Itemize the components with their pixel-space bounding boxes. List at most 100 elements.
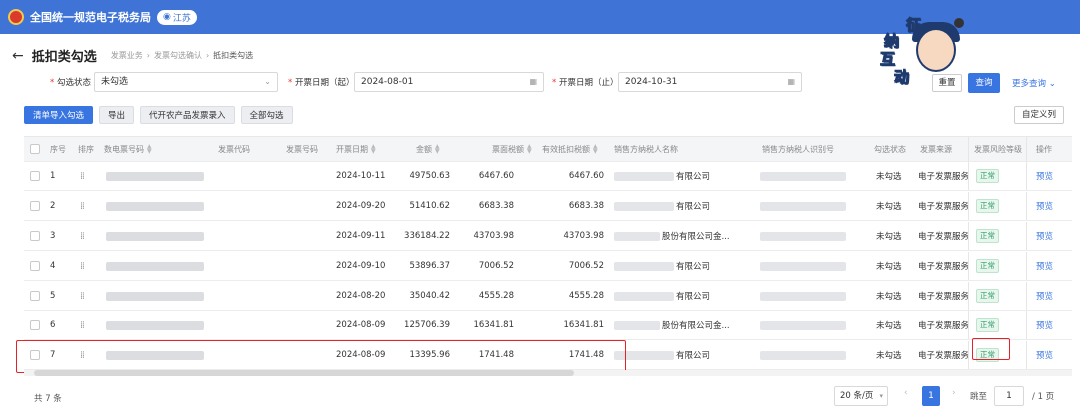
row-checkbox[interactable] <box>30 282 40 310</box>
tax-amount: 6467.60 <box>478 171 514 181</box>
select-status: 未勾选 <box>876 202 902 212</box>
table-row[interactable]: 5 ⁞⁞ 2024-08-20 35040.42 4555.28 4555.28 有限公司 未… <box>24 282 1072 311</box>
invoice-source: 电子发票服务 <box>918 172 970 182</box>
invoice-source: 电子发票服务 <box>918 262 970 272</box>
amount: 51410.62 <box>409 201 450 211</box>
row-checkbox[interactable] <box>30 311 40 339</box>
issue-date: 2024-08-09 <box>336 320 386 330</box>
amount: 125706.39 <box>404 320 450 330</box>
preview-link[interactable]: 预览 <box>1036 222 1053 250</box>
issue-date: 2024-09-20 <box>336 201 386 211</box>
tax-amount: 6683.38 <box>478 201 514 211</box>
row-index: 2 <box>50 201 56 211</box>
preview-link[interactable]: 预览 <box>1036 311 1053 339</box>
select-status: 未勾选 <box>876 232 902 242</box>
preview-link[interactable]: 预览 <box>1036 162 1053 190</box>
row-checkbox[interactable] <box>30 252 40 280</box>
col-tax[interactable]: 票面税额 ▲ ▼ <box>492 137 532 161</box>
import-select-button[interactable]: 清单导入勾选 <box>24 106 94 124</box>
page-number-current[interactable]: 1 <box>922 386 940 406</box>
reset-button[interactable]: 重置 <box>932 74 962 92</box>
action-bar: 清单导入勾选 导出 代开农产品发票录入 全部勾选 <box>24 106 293 124</box>
table-row[interactable]: 1 ⁞⁞ 2024-10-11 49750.63 6467.60 6467.60 有限公司 未… <box>24 162 1072 191</box>
select-status: 未勾选 <box>876 172 902 182</box>
end-date-label: * 开票日期（止） <box>552 78 619 88</box>
start-date-input[interactable]: 2024-08-01 ▦ <box>354 72 544 92</box>
export-button[interactable]: 导出 <box>99 106 135 124</box>
agri-invoice-entry-button[interactable]: 代开农产品发票录入 <box>140 106 235 124</box>
query-button[interactable]: 查询 <box>968 73 1000 93</box>
row-index: 1 <box>50 171 56 181</box>
breadcrumb-item[interactable]: 发票勾选确认 <box>154 50 202 61</box>
jump-label: 跳至 <box>970 392 988 402</box>
col-issue-date[interactable]: 开票日期 ▲ ▼ <box>336 137 376 161</box>
region-selector[interactable]: ◉ 江苏 <box>157 9 197 25</box>
highlight-risk-badge <box>972 338 1010 360</box>
select-status: 未勾选 <box>876 292 902 302</box>
row-checkbox[interactable] <box>30 162 40 190</box>
drag-handle-icon[interactable]: ⁞⁞ <box>80 311 84 339</box>
jump-page-input[interactable]: 1 <box>994 386 1024 406</box>
drag-handle-icon[interactable]: ⁞⁞ <box>80 222 84 250</box>
breadcrumb-item[interactable]: 发票业务 <box>111 50 143 61</box>
seller-name: 有限公司 <box>614 192 710 220</box>
col-operation: 操作 <box>1036 144 1052 154</box>
invoice-source: 电子发票服务 <box>918 202 970 212</box>
preview-link[interactable]: 预览 <box>1036 341 1053 369</box>
col-einvoice-number[interactable]: 数电票号码 ▲ ▼ <box>104 137 152 161</box>
table-row[interactable]: 2 ⁞⁞ 2024-09-20 51410.62 6683.38 6683.38 有限公司 未… <box>24 192 1072 221</box>
invoice-source: 电子发票服务 <box>918 321 970 331</box>
chevron-down-icon: ⌄ <box>1048 79 1056 89</box>
status-filter-label: * 勾选状态 <box>50 78 91 88</box>
prev-page-icon[interactable]: ‹ <box>904 388 908 398</box>
mascot-face-icon <box>916 28 956 72</box>
page-size-select[interactable]: 20 条/页 ▾ <box>834 386 888 406</box>
issue-date: 2024-09-10 <box>336 261 386 271</box>
preview-link[interactable]: 预览 <box>1036 192 1053 220</box>
sort-icon: ▲ ▼ <box>593 143 598 155</box>
amount: 35040.42 <box>409 291 450 301</box>
end-date-input[interactable]: 2024-10-31 ▦ <box>618 72 802 92</box>
page-header: ← 抵扣类勾选 发票业务 › 发票勾选确认 › 抵扣类勾选 <box>12 46 253 66</box>
calendar-icon: ▦ <box>787 77 795 86</box>
drag-handle-icon[interactable]: ⁞⁞ <box>80 192 84 220</box>
table-row[interactable]: 4 ⁞⁞ 2024-09-10 53896.37 7006.52 7006.52 有限公司 未… <box>24 252 1072 281</box>
effective-tax: 6467.60 <box>568 171 604 181</box>
select-all-button[interactable]: 全部勾选 <box>240 106 293 124</box>
preview-link[interactable]: 预览 <box>1036 252 1053 280</box>
seller-name: 有限公司 <box>614 162 710 190</box>
table-row[interactable]: 6 ⁞⁞ 2024-08-09 125706.39 16341.81 16341.81 股份… <box>24 311 1072 340</box>
einvoice-number-redacted <box>106 162 204 190</box>
filter-row: * 勾选状态 未勾选 ⌄ * 开票日期（起） 2024-08-01 ▦ * 开票… <box>0 72 1080 92</box>
start-date-label: * 开票日期（起） <box>288 78 355 88</box>
row-index: 3 <box>50 231 56 241</box>
scrollbar-thumb[interactable] <box>34 370 574 376</box>
col-invoice-code: 发票代码 <box>218 144 250 154</box>
tax-emblem-icon <box>8 9 24 25</box>
drag-handle-icon[interactable]: ⁞⁞ <box>80 282 84 310</box>
select-all-checkbox[interactable] <box>30 137 40 161</box>
horizontal-scrollbar[interactable] <box>24 370 1072 376</box>
drag-handle-icon[interactable]: ⁞⁞ <box>80 162 84 190</box>
risk-level-badge: 正常 <box>976 192 999 220</box>
einvoice-number-redacted <box>106 311 204 339</box>
next-page-icon[interactable]: › <box>952 388 956 398</box>
back-arrow-icon[interactable]: ← <box>12 48 24 64</box>
custom-columns-button[interactable]: 自定义列 <box>1014 106 1065 124</box>
mascot-char: 征 <box>905 16 922 35</box>
page-total-label: / 1 页 <box>1032 392 1055 402</box>
breadcrumb-separator-icon: › <box>205 51 210 60</box>
row-checkbox[interactable] <box>30 192 40 220</box>
row-index: 4 <box>50 261 56 271</box>
status-select[interactable]: 未勾选 ⌄ <box>94 72 278 92</box>
preview-link[interactable]: 预览 <box>1036 282 1053 310</box>
row-checkbox[interactable] <box>30 222 40 250</box>
col-effective-tax[interactable]: 有效抵扣税额 ▲ ▼ <box>542 137 598 161</box>
drag-handle-icon[interactable]: ⁞⁞ <box>80 252 84 280</box>
page-size-value: 20 条/页 <box>840 391 874 401</box>
table-row[interactable]: 3 ⁞⁞ 2024-09-11 336184.22 43703.98 43703.98 股份… <box>24 222 1072 251</box>
col-amount[interactable]: 金额 ▲ ▼ <box>416 137 440 161</box>
more-query-link[interactable]: 更多查询 ⌄ <box>1012 77 1056 89</box>
region-label: 江苏 <box>172 13 191 24</box>
calendar-icon: ▦ <box>529 77 537 86</box>
